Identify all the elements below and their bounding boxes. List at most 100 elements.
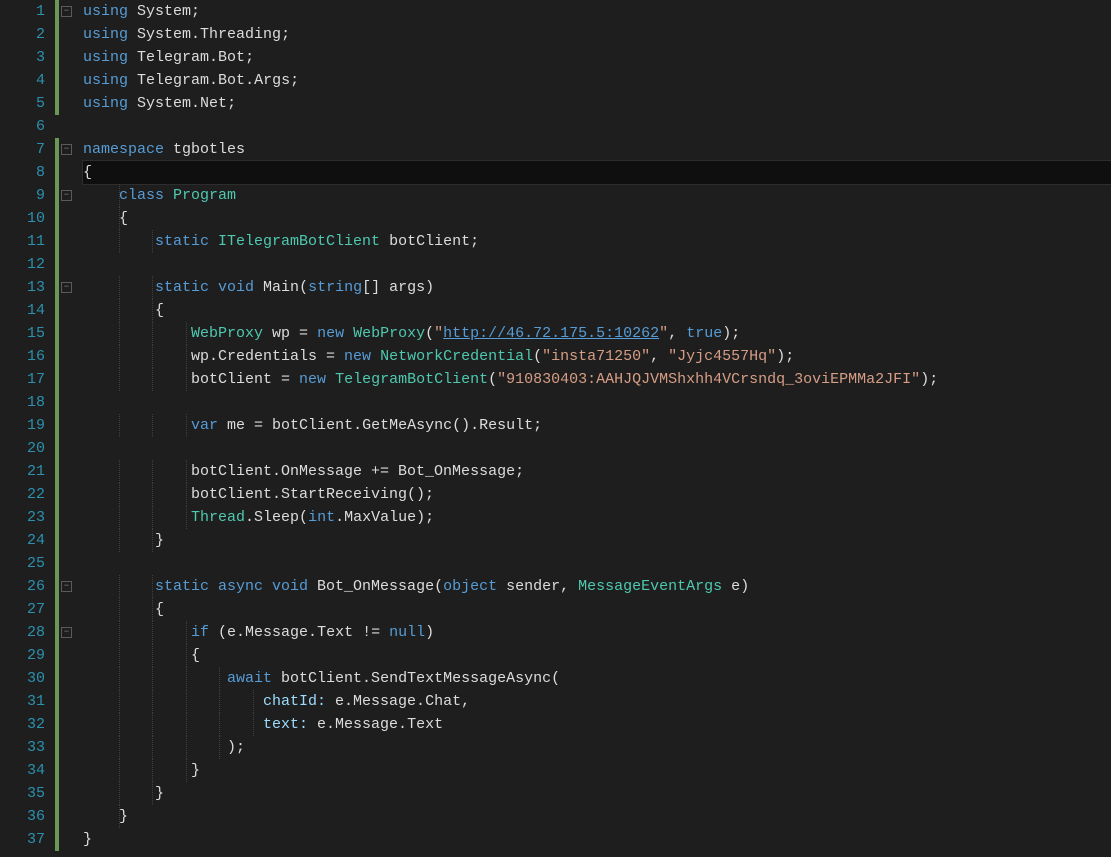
code-token: static void	[155, 279, 263, 296]
code-line[interactable]: }	[83, 782, 1111, 805]
line-number[interactable]: 32	[0, 713, 45, 736]
code-line[interactable]: await botClient.SendTextMessageAsync(	[83, 667, 1111, 690]
code-line[interactable]: {	[83, 644, 1111, 667]
code-token: MessageEventArgs	[578, 578, 722, 595]
code-line[interactable]: wp.Credentials = new NetworkCredential("…	[83, 345, 1111, 368]
code-line[interactable]: var me = botClient.GetMeAsync().Result;	[83, 414, 1111, 437]
code-line[interactable]: }	[83, 805, 1111, 828]
line-number[interactable]: 8	[0, 161, 45, 184]
fold-toggle-icon[interactable]: −	[61, 190, 72, 201]
code-line[interactable]: static ITelegramBotClient botClient;	[83, 230, 1111, 253]
code-line[interactable]: using System.Net;	[83, 92, 1111, 115]
code-line[interactable]	[83, 115, 1111, 138]
line-number[interactable]: 25	[0, 552, 45, 575]
code-line[interactable]	[83, 552, 1111, 575]
line-number[interactable]: 19	[0, 414, 45, 437]
indent-guide	[152, 506, 153, 529]
line-number[interactable]: 2	[0, 23, 45, 46]
code-token: (	[488, 371, 497, 388]
indent-guide	[119, 690, 120, 713]
code-token: }	[83, 831, 92, 848]
line-number[interactable]: 23	[0, 506, 45, 529]
fold-column[interactable]: − − − − − −	[59, 0, 77, 857]
indent-guide	[119, 322, 120, 345]
line-number[interactable]: 28	[0, 621, 45, 644]
line-number[interactable]: 4	[0, 69, 45, 92]
code-line[interactable]: }	[83, 759, 1111, 782]
line-number[interactable]: 16	[0, 345, 45, 368]
line-number[interactable]: 5	[0, 92, 45, 115]
code-area[interactable]: using System;using System.Threading;usin…	[77, 0, 1111, 857]
indent-guide	[186, 667, 187, 690]
code-line[interactable]: botClient.StartReceiving();	[83, 483, 1111, 506]
line-number[interactable]: 35	[0, 782, 45, 805]
line-number[interactable]: 29	[0, 644, 45, 667]
code-line[interactable]: {	[83, 207, 1111, 230]
code-line[interactable]: using System;	[83, 0, 1111, 23]
line-number[interactable]: 12	[0, 253, 45, 276]
code-line[interactable]: static async void Bot_OnMessage(object s…	[83, 575, 1111, 598]
code-line[interactable]: using Telegram.Bot.Args;	[83, 69, 1111, 92]
indent-guide	[152, 368, 153, 391]
code-line[interactable]: {	[83, 161, 1111, 184]
code-line[interactable]	[83, 253, 1111, 276]
line-number[interactable]: 30	[0, 667, 45, 690]
code-line[interactable]: botClient.OnMessage += Bot_OnMessage;	[83, 460, 1111, 483]
code-line[interactable]: class Program	[83, 184, 1111, 207]
line-number[interactable]: 20	[0, 437, 45, 460]
line-number[interactable]: 14	[0, 299, 45, 322]
code-line[interactable]: WebProxy wp = new WebProxy("http://46.72…	[83, 322, 1111, 345]
line-number[interactable]: 36	[0, 805, 45, 828]
code-line[interactable]	[83, 437, 1111, 460]
fold-toggle-icon[interactable]: −	[61, 627, 72, 638]
fold-toggle-icon[interactable]: −	[61, 144, 72, 155]
line-number[interactable]: 1	[0, 0, 45, 23]
code-token: )	[740, 578, 749, 595]
code-token: string	[308, 279, 362, 296]
code-token: System	[137, 26, 191, 43]
line-number[interactable]: 10	[0, 207, 45, 230]
code-line[interactable]: if (e.Message.Text != null)	[83, 621, 1111, 644]
line-number[interactable]: 24	[0, 529, 45, 552]
line-number[interactable]: 34	[0, 759, 45, 782]
code-line[interactable]	[83, 391, 1111, 414]
line-number[interactable]: 22	[0, 483, 45, 506]
line-number[interactable]: 33	[0, 736, 45, 759]
line-number[interactable]: 31	[0, 690, 45, 713]
fold-toggle-icon[interactable]: −	[61, 6, 72, 17]
line-number[interactable]: 27	[0, 598, 45, 621]
line-number[interactable]: 15	[0, 322, 45, 345]
line-number[interactable]: 3	[0, 46, 45, 69]
fold-toggle-icon[interactable]: −	[61, 282, 72, 293]
indent-guide	[119, 414, 120, 437]
line-number[interactable]: 13	[0, 276, 45, 299]
line-number-gutter[interactable]: 1234567891011121314151617181920212223242…	[0, 0, 55, 857]
code-line[interactable]: botClient = new TelegramBotClient("91083…	[83, 368, 1111, 391]
code-line[interactable]: static void Main(string[] args)	[83, 276, 1111, 299]
code-line[interactable]: using Telegram.Bot;	[83, 46, 1111, 69]
line-number[interactable]: 37	[0, 828, 45, 851]
line-number[interactable]: 21	[0, 460, 45, 483]
indent-guide	[119, 644, 120, 667]
line-number[interactable]: 18	[0, 391, 45, 414]
code-line[interactable]: text: e.Message.Text	[83, 713, 1111, 736]
line-number[interactable]: 26	[0, 575, 45, 598]
code-line[interactable]: chatId: e.Message.Chat,	[83, 690, 1111, 713]
line-number[interactable]: 7	[0, 138, 45, 161]
code-line[interactable]: {	[83, 598, 1111, 621]
line-number[interactable]: 11	[0, 230, 45, 253]
line-number[interactable]: 9	[0, 184, 45, 207]
code-token: Telegram	[137, 49, 209, 66]
code-editor[interactable]: 1234567891011121314151617181920212223242…	[0, 0, 1111, 857]
line-number[interactable]: 17	[0, 368, 45, 391]
fold-toggle-icon[interactable]: −	[61, 581, 72, 592]
indent-guide	[119, 276, 120, 299]
code-line[interactable]: Thread.Sleep(int.MaxValue);	[83, 506, 1111, 529]
code-line[interactable]: );	[83, 736, 1111, 759]
code-line[interactable]: using System.Threading;	[83, 23, 1111, 46]
code-line[interactable]: namespace tgbotles	[83, 138, 1111, 161]
code-line[interactable]: }	[83, 828, 1111, 851]
code-line[interactable]: }	[83, 529, 1111, 552]
line-number[interactable]: 6	[0, 115, 45, 138]
code-line[interactable]: {	[83, 299, 1111, 322]
